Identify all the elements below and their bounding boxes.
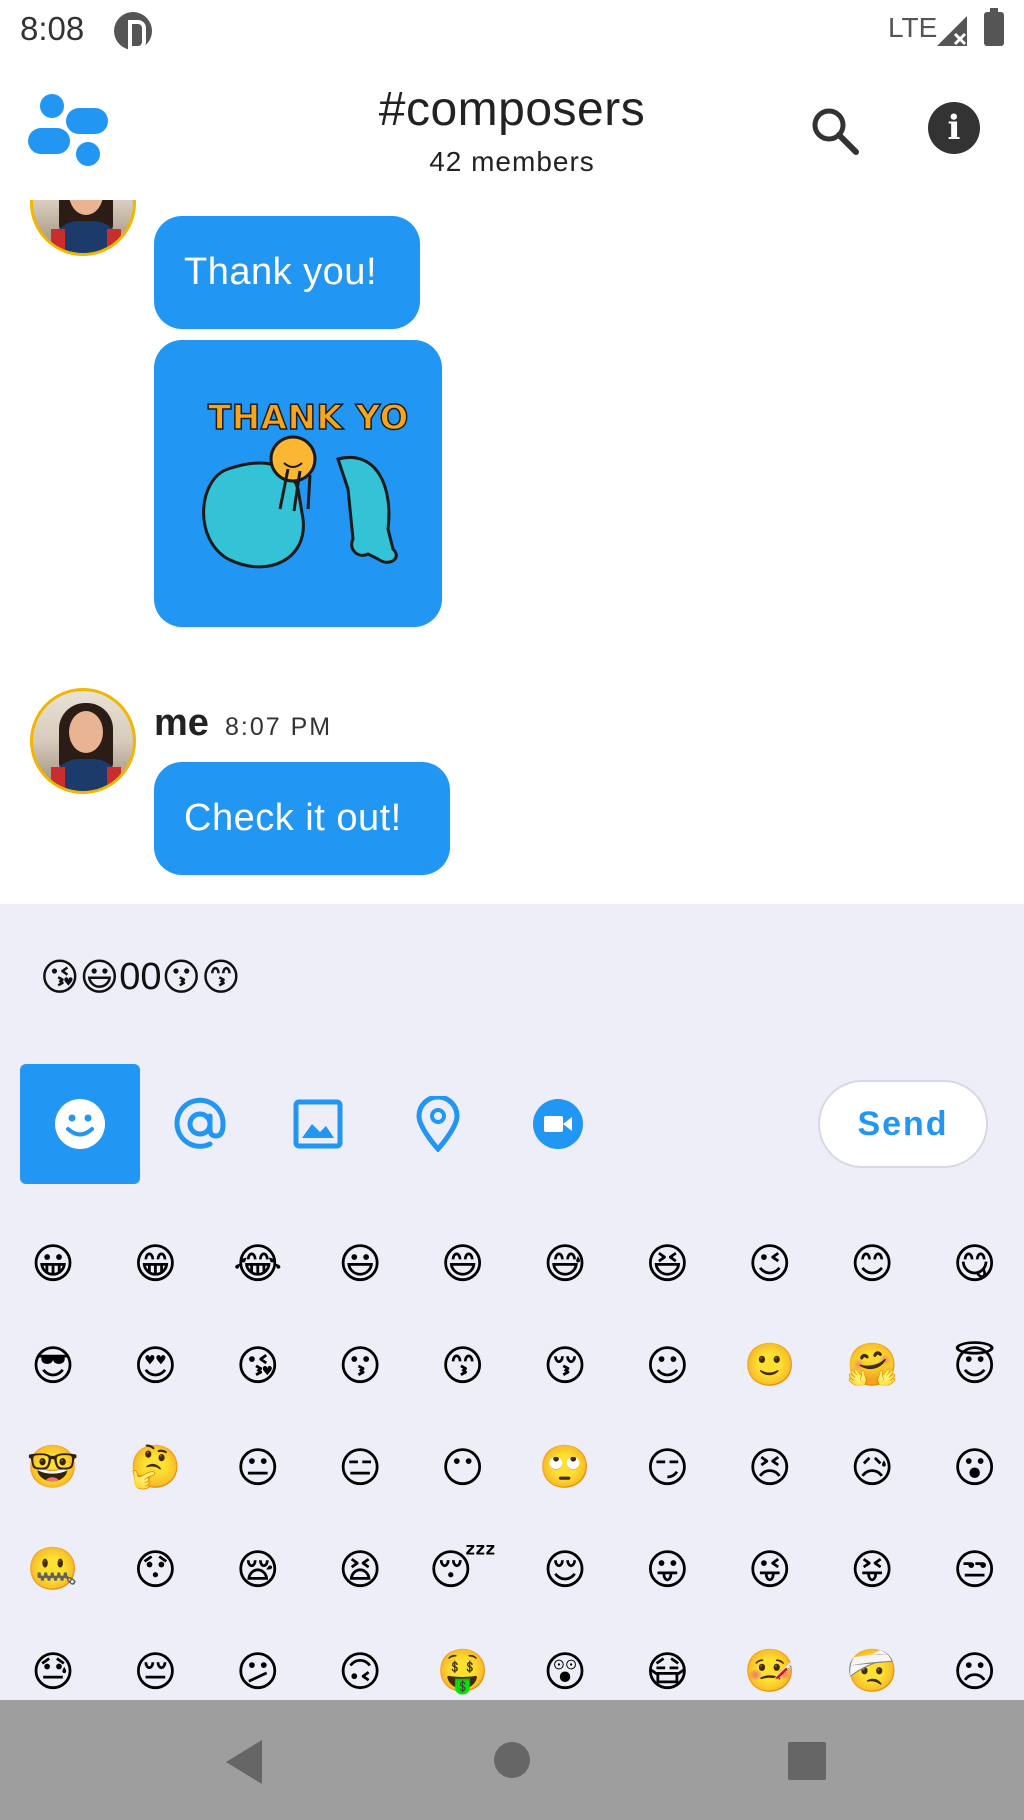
emoji-key[interactable]: 😮 [924, 1416, 1024, 1518]
emoji-key[interactable]: 🙂 [719, 1314, 821, 1416]
channel-title: #composers [378, 83, 646, 136]
sticker-text: THANK YOU [208, 398, 408, 438]
battery-icon [984, 8, 1004, 46]
emoji-key[interactable]: 😙 [412, 1314, 514, 1416]
emoji-key[interactable]: 😎 [2, 1314, 104, 1416]
avatar[interactable] [30, 688, 136, 794]
message-bubble[interactable]: Check it out! [154, 762, 450, 875]
info-icon[interactable]: i [928, 102, 980, 154]
recents-icon[interactable] [788, 1742, 826, 1780]
search-icon[interactable] [808, 104, 862, 158]
emoji-key[interactable]: 😯 [104, 1518, 206, 1620]
emoji-picker: 😀 😁 😂 😃 😄 😅 😆 😉 😊 😋 😎 😍 😘 😗 😙 😚 ☺ 🙂 🤗 😇 🤓 🤔 😐 😑 😶 🙄 😏 😣 😥 😮 🤐 😯 😪 😫 😴 😌 😛 😜 😝 😒… [0, 1212, 1024, 1700]
emoji-key[interactable]: 🤐 [2, 1518, 104, 1620]
location-icon [416, 1096, 460, 1152]
emoji-key[interactable]: 😶 [412, 1416, 514, 1518]
message-timestamp: 8:07 PM [225, 713, 333, 741]
emoji-key[interactable]: 🙄 [514, 1416, 616, 1518]
emoji-key[interactable]: 😊 [821, 1212, 923, 1314]
emoji-key[interactable]: 😝 [821, 1518, 923, 1620]
emoji-key[interactable]: 😍 [104, 1314, 206, 1416]
emoji-key[interactable]: 😗 [309, 1314, 411, 1416]
app-screen: 8:08 LTE #composers 42 members i Thank y… [0, 0, 1024, 1820]
emoji-key[interactable]: 😚 [514, 1314, 616, 1416]
emoji-key[interactable]: 😄 [412, 1212, 514, 1314]
input-text-digits: 00 [119, 955, 162, 998]
home-icon[interactable] [494, 1742, 530, 1778]
top-app-bar: #composers 42 members i [0, 60, 1024, 200]
system-navigation-bar [0, 1700, 1024, 1820]
status-bar: 8:08 LTE [0, 0, 1024, 60]
network-type: LTE [888, 12, 938, 43]
emoji-key[interactable]: 🤓 [2, 1416, 104, 1518]
member-count[interactable]: 42 members [0, 146, 1024, 178]
send-button[interactable]: Send [818, 1080, 988, 1168]
emoji-key[interactable]: ☺ [616, 1314, 718, 1416]
image-button[interactable] [258, 1064, 378, 1184]
image-icon [293, 1099, 343, 1149]
thank-you-sticker: THANK YOU [202, 397, 408, 568]
input-emoji-suffix: 😗😙 [161, 956, 241, 999]
app-notification-icon [114, 12, 152, 50]
emoji-key[interactable]: 😫 [309, 1518, 411, 1620]
emoji-key[interactable]: 😘 [207, 1314, 309, 1416]
mention-icon [174, 1097, 226, 1149]
message-bubble[interactable]: Thank you! [154, 216, 420, 329]
emoji-key[interactable]: 😒 [924, 1518, 1024, 1620]
emoji-key[interactable]: 😃 [309, 1212, 411, 1314]
emoji-tab-button[interactable] [20, 1064, 140, 1184]
input-emoji-prefix: 😘😃 [40, 956, 120, 999]
compose-panel: 😘😃 00 😗😙 Send 😀 😁 😂 😃 😄 😅 😆 😉 😊 😋 😎 😍 😘 … [0, 904, 1024, 1700]
emoji-key[interactable]: 😉 [719, 1212, 821, 1314]
signal-icon [937, 16, 967, 46]
emoji-key[interactable]: 😜 [719, 1518, 821, 1620]
avatar[interactable] [30, 200, 136, 256]
emoji-key[interactable]: 🤔 [104, 1416, 206, 1518]
emoji-icon [55, 1099, 105, 1149]
sticker-message[interactable]: THANK YOU [154, 340, 442, 627]
emoji-key[interactable]: 😣 [719, 1416, 821, 1518]
emoji-key[interactable]: 😴 [412, 1518, 514, 1620]
emoji-key[interactable]: 😥 [821, 1416, 923, 1518]
emoji-key[interactable]: 😅 [514, 1212, 616, 1314]
emoji-key[interactable]: 😌 [514, 1518, 616, 1620]
emoji-key[interactable]: 😏 [616, 1416, 718, 1518]
emoji-key[interactable]: 🤗 [821, 1314, 923, 1416]
emoji-key[interactable]: 😇 [924, 1314, 1024, 1416]
emoji-key[interactable]: 😆 [616, 1212, 718, 1314]
emoji-key[interactable]: 😀 [2, 1212, 104, 1314]
emoji-key[interactable]: 😁 [104, 1212, 206, 1314]
back-icon[interactable] [226, 1740, 262, 1784]
emoji-key[interactable]: 😑 [309, 1416, 411, 1518]
sender-name[interactable]: me [154, 702, 209, 745]
location-button[interactable] [378, 1064, 498, 1184]
video-icon [533, 1099, 583, 1149]
video-button[interactable] [498, 1064, 618, 1184]
mention-button[interactable] [140, 1064, 260, 1184]
message-input[interactable]: 😘😃 00 😗😙 [40, 942, 940, 1012]
emoji-key[interactable]: 😪 [207, 1518, 309, 1620]
emoji-key[interactable]: 😂 [207, 1212, 309, 1314]
message-list[interactable]: Thank you! THANK YOU me 8:07 PM Check it… [0, 200, 1024, 904]
emoji-key[interactable]: 😋 [924, 1212, 1024, 1314]
status-time: 8:08 [20, 10, 85, 47]
emoji-key[interactable]: 😐 [207, 1416, 309, 1518]
emoji-key[interactable]: 😛 [616, 1518, 718, 1620]
